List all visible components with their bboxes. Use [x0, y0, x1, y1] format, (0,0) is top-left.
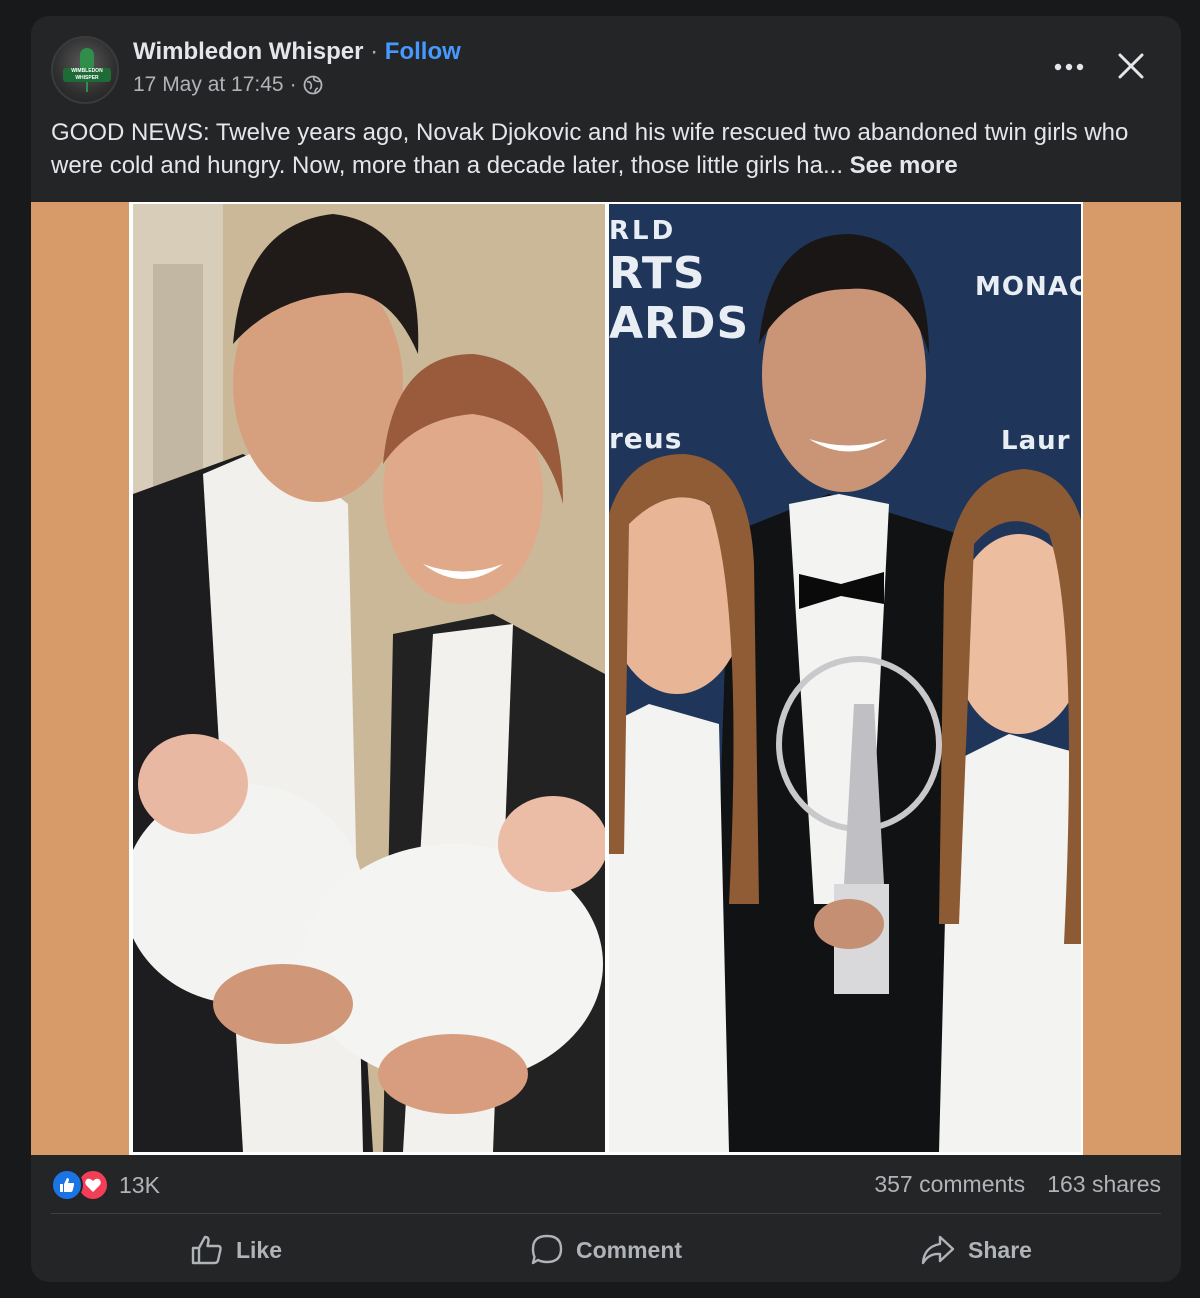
post-header: WIMBLEDON WHISPER Wimbledon Whisper · Fo…	[31, 16, 1181, 116]
post-stats: 357 comments 163 shares	[874, 1171, 1161, 1198]
more-options-button[interactable]	[1047, 50, 1091, 84]
comments-count-link[interactable]: 357 comments	[874, 1171, 1025, 1198]
divider	[51, 1213, 1161, 1214]
post-meta: 17 May at 17:45 ·	[133, 73, 323, 97]
share-label: Share	[968, 1236, 1032, 1263]
meta-separator: ·	[289, 73, 297, 96]
comment-label: Comment	[575, 1236, 683, 1263]
more-icon	[1054, 63, 1084, 71]
post-body: GOOD NEWS: Twelve years ago, Novak Djoko…	[51, 116, 1161, 182]
reactions-summary[interactable]: 13K	[51, 1168, 160, 1202]
page-name-line: Wimbledon Whisper · Follow	[133, 38, 461, 66]
post-body-text: GOOD NEWS: Twelve years ago, Novak Djoko…	[51, 119, 1129, 179]
separator: ·	[370, 38, 379, 65]
backdrop-text-6: Laur	[1001, 426, 1071, 456]
backdrop-text-1: RLD	[609, 216, 677, 246]
avatar-ribbon: WIMBLEDON WHISPER	[63, 68, 111, 82]
action-bar: Like Comment Share	[51, 1222, 1161, 1278]
backdrop-text-4: reus	[609, 422, 683, 455]
comment-button[interactable]: Comment	[421, 1222, 791, 1278]
photo-left-panel	[133, 204, 605, 1152]
comment-icon	[531, 1234, 563, 1265]
page-avatar[interactable]: WIMBLEDON WHISPER	[51, 36, 119, 104]
like-icon	[51, 1169, 83, 1201]
like-button[interactable]: Like	[51, 1222, 421, 1278]
close-icon	[1118, 53, 1144, 79]
thumbs-up-icon	[191, 1235, 222, 1265]
shares-count-link[interactable]: 163 shares	[1047, 1171, 1161, 1198]
post-timestamp[interactable]: 17 May at 17:45	[133, 73, 284, 97]
collage-frame: RLD RTS ARDS reus MONAC Laur	[129, 202, 1083, 1155]
post-card: WIMBLEDON WHISPER Wimbledon Whisper · Fo…	[31, 16, 1181, 1282]
backdrop-text-3: ARDS	[609, 298, 750, 349]
photo-right-panel: RLD RTS ARDS reus MONAC Laur	[609, 204, 1081, 1152]
globe-icon	[303, 75, 323, 95]
share-button[interactable]: Share	[791, 1222, 1161, 1278]
page-name[interactable]: Wimbledon Whisper	[133, 38, 363, 65]
post-image[interactable]: RLD RTS ARDS reus MONAC Laur	[31, 202, 1181, 1155]
backdrop-text-2: RTS	[609, 248, 706, 299]
photo-left-illustration	[133, 204, 605, 1152]
reaction-count: 13K	[119, 1171, 160, 1198]
close-button[interactable]	[1109, 44, 1153, 88]
share-icon	[921, 1235, 955, 1265]
backdrop-text-5: MONAC	[975, 272, 1081, 302]
see-more-link[interactable]: See more	[850, 152, 958, 179]
like-label: Like	[235, 1236, 283, 1263]
follow-button[interactable]: Follow	[385, 38, 461, 65]
